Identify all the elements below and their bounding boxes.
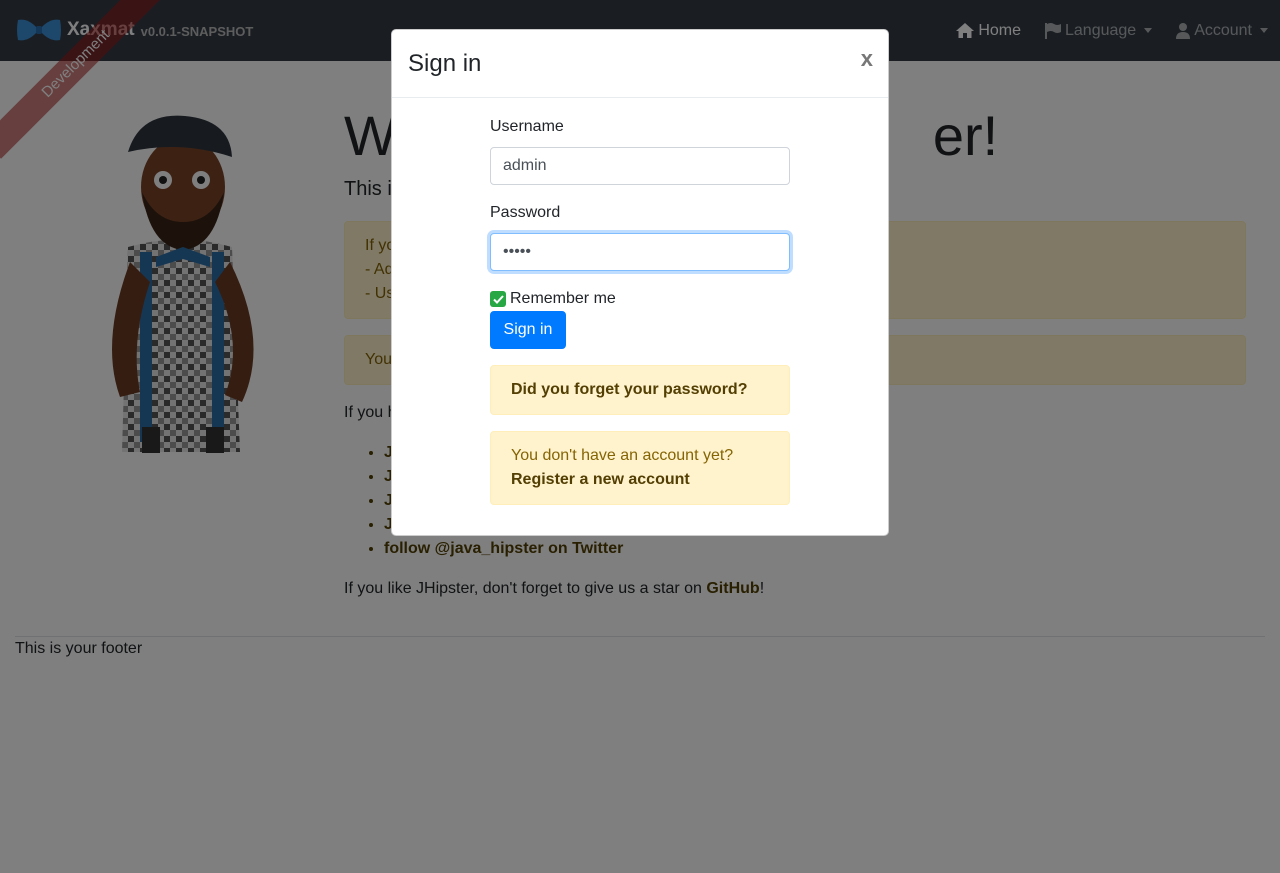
modal-title: Sign in <box>408 50 482 77</box>
remember-me[interactable]: Remember me <box>490 290 616 308</box>
register-link[interactable]: Register a new account <box>511 471 690 488</box>
username-label: Username <box>490 118 564 135</box>
signin-modal: Sign in x Username Password Remember me … <box>391 29 889 536</box>
password-input[interactable] <box>490 233 790 271</box>
check-icon <box>492 294 504 304</box>
username-input[interactable] <box>490 147 790 185</box>
forgot-password-alert: Did you forget your password? <box>490 365 790 415</box>
remember-checkbox[interactable] <box>490 291 506 307</box>
forgot-password-link[interactable]: Did you forget your password? <box>511 381 747 398</box>
signin-button[interactable]: Sign in <box>490 311 566 349</box>
register-modal-alert: You don't have an account yet? Register … <box>490 431 790 505</box>
close-button[interactable]: x <box>861 46 873 72</box>
password-label: Password <box>490 204 561 221</box>
remember-label: Remember me <box>510 290 616 307</box>
no-account-text: You don't have an account yet? <box>511 447 734 464</box>
modal-header: Sign in x <box>392 30 888 98</box>
